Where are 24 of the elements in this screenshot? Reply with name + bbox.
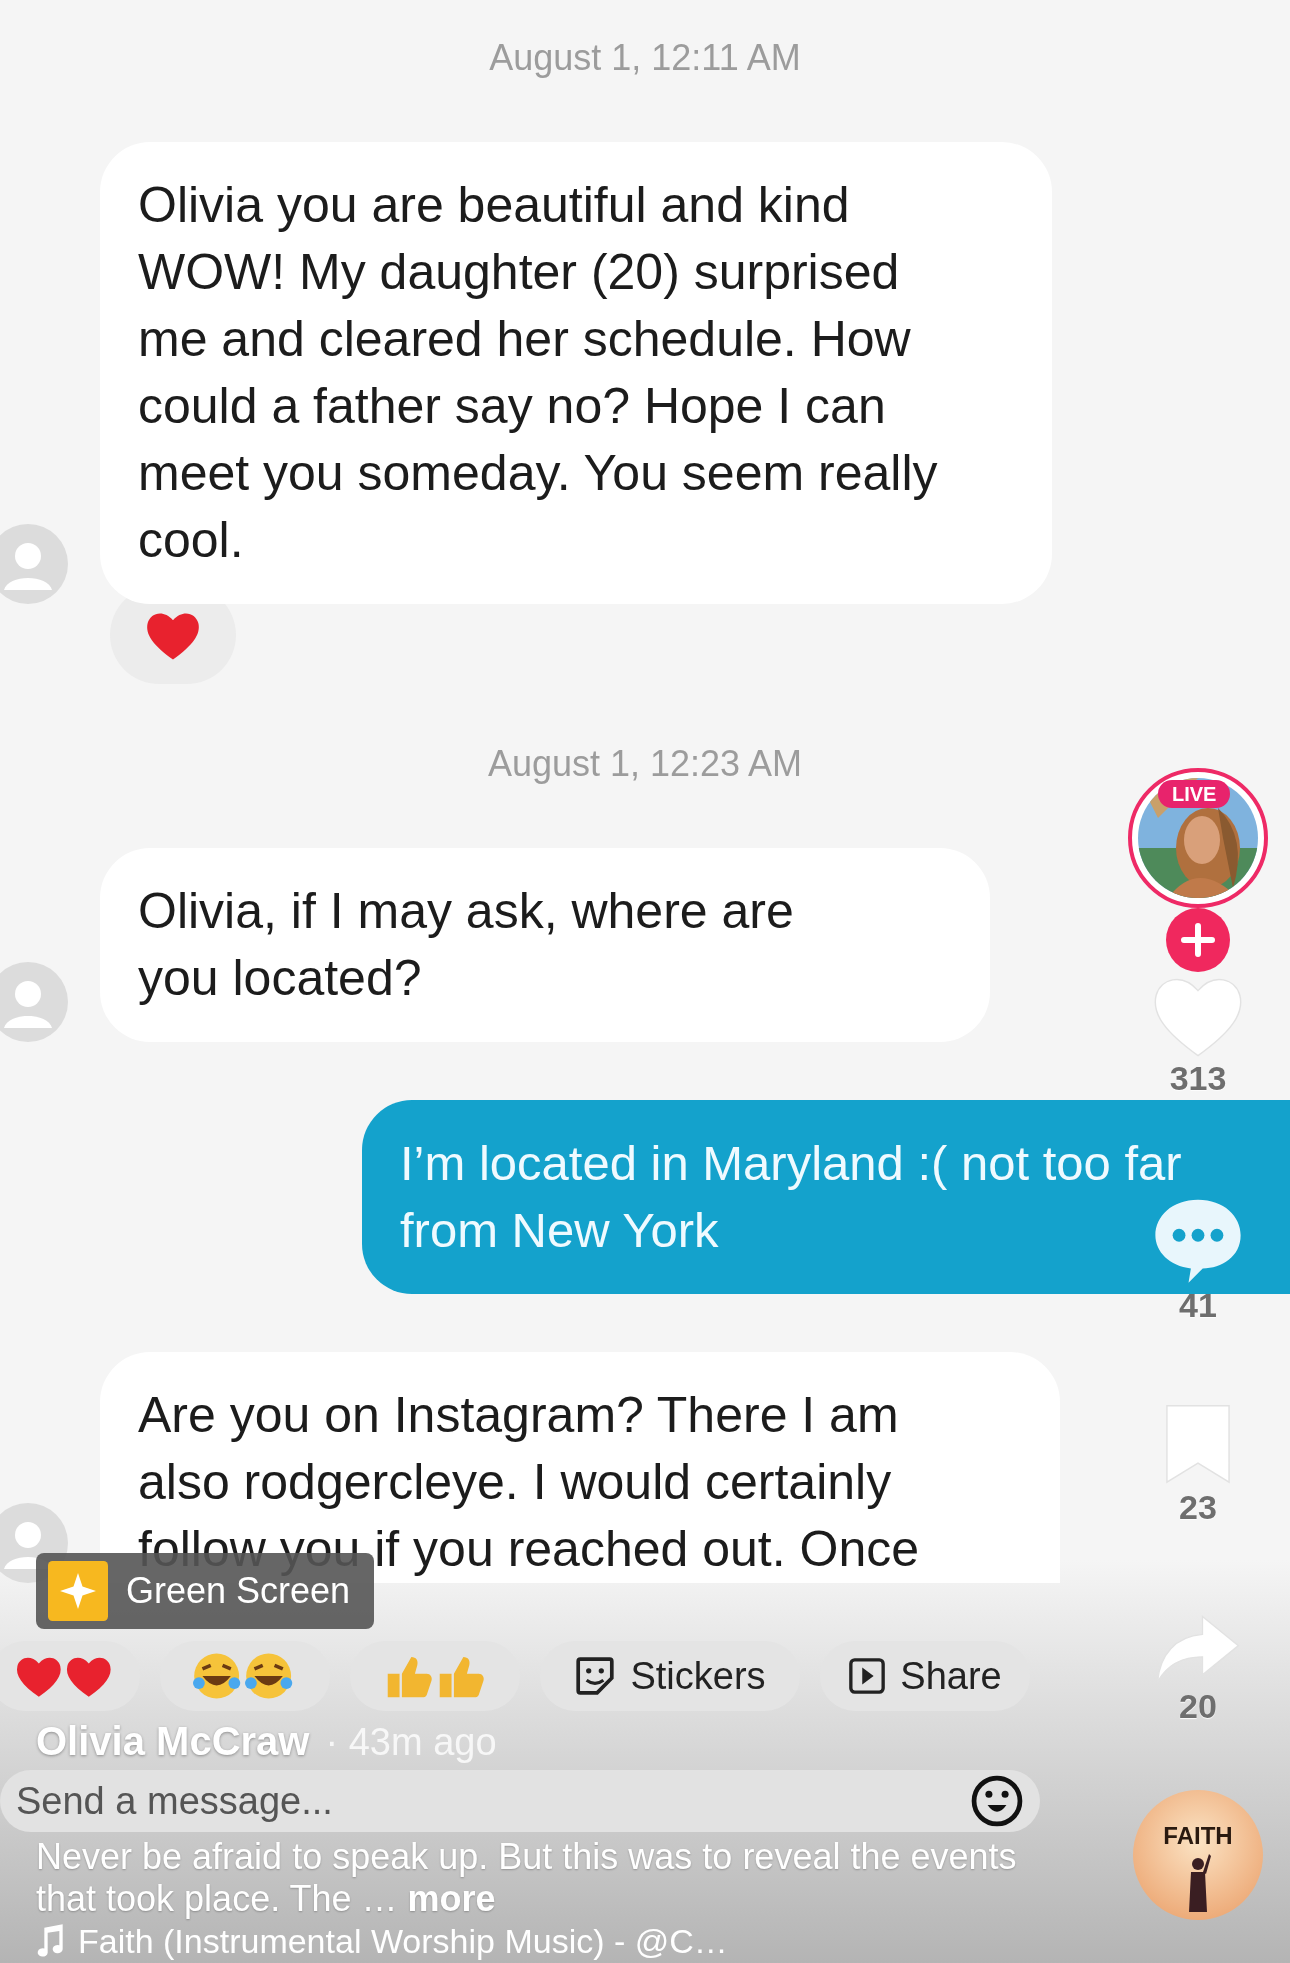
timestamp: August 1, 12:11 AM bbox=[489, 37, 801, 78]
live-badge: LIVE bbox=[1158, 780, 1231, 808]
sticker-icon bbox=[574, 1655, 617, 1697]
message-bubble: Olivia you are beautiful and kind WOW! My daughter (20) surprised me and cleared her schedule. How could a father say no? Hope I can meet you someday. You seem really cool. bbox=[100, 142, 1052, 604]
stickers-chip[interactable]: Stickers bbox=[540, 1641, 800, 1711]
music-disc[interactable]: FAITH bbox=[1133, 1790, 1263, 1920]
caption: Never be afraid to speak up. But this was to reveal the events that took place. The … more bbox=[36, 1836, 1018, 1920]
action-count: 23 bbox=[1179, 1487, 1217, 1527]
sparkle-icon bbox=[48, 1561, 108, 1621]
message-bubble: Olivia, if I may ask, where are you located? bbox=[100, 848, 990, 1042]
creator-avatar[interactable]: LIVE bbox=[1128, 768, 1268, 908]
share-chip[interactable]: Share bbox=[820, 1641, 1030, 1711]
message-bubble: I’m located in Maryland :( not too far from New York bbox=[362, 1100, 1290, 1294]
message-input[interactable]: Send a message... bbox=[0, 1770, 1040, 1832]
plus-icon[interactable] bbox=[1166, 908, 1230, 972]
action-count: 20 bbox=[1179, 1686, 1217, 1726]
action-count: 313 bbox=[1169, 1058, 1227, 1098]
avatar-icon bbox=[0, 962, 68, 1042]
timestamp: August 1, 12:23 AM bbox=[487, 743, 803, 784]
music-note-icon bbox=[36, 1924, 66, 1958]
disc-label: FAITH bbox=[1163, 1821, 1233, 1851]
reaction-chip[interactable] bbox=[0, 1641, 140, 1711]
play-icon bbox=[848, 1657, 887, 1695]
avatar-icon bbox=[0, 524, 68, 604]
